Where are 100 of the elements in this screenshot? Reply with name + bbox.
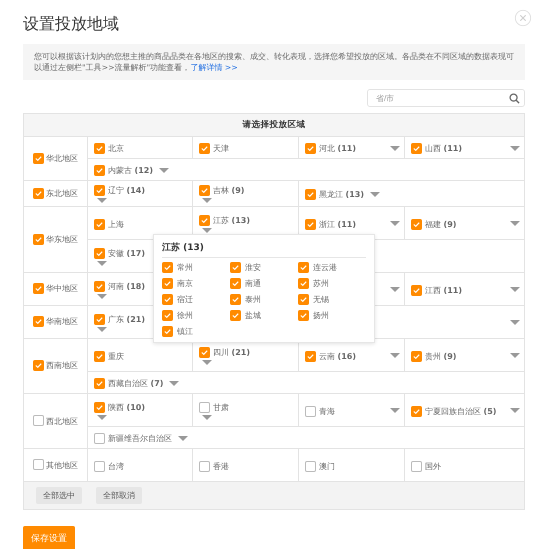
province-label: 黑龙江 (13) — [319, 189, 364, 200]
search-icon[interactable] — [509, 93, 520, 104]
caret-icon[interactable] — [510, 353, 520, 359]
search-field[interactable]: 省/市 — [367, 89, 525, 107]
province-label: 江苏 (13) — [213, 214, 250, 226]
checkbox[interactable] — [305, 460, 316, 472]
checkbox[interactable] — [298, 278, 309, 289]
checkbox[interactable] — [162, 326, 173, 337]
checkbox[interactable] — [230, 310, 241, 321]
caret-icon[interactable] — [510, 408, 520, 414]
checkbox[interactable] — [199, 460, 210, 472]
checkbox[interactable] — [94, 280, 105, 292]
caret-icon[interactable] — [390, 408, 400, 414]
checkbox[interactable] — [94, 402, 105, 412]
city-label: 无锡 — [313, 294, 329, 305]
checkbox[interactable] — [94, 350, 105, 362]
checkbox[interactable] — [94, 433, 105, 444]
caret-icon[interactable] — [97, 260, 107, 266]
region-label: 华中地区 — [46, 284, 78, 293]
caret-icon[interactable] — [390, 287, 400, 293]
checkbox[interactable] — [411, 218, 422, 230]
checkbox[interactable] — [162, 294, 173, 305]
caret-icon[interactable] — [202, 414, 212, 420]
checkbox[interactable] — [94, 460, 105, 472]
checkbox[interactable] — [305, 143, 316, 154]
caret-icon[interactable] — [390, 146, 400, 152]
caret-icon[interactable] — [510, 320, 520, 326]
province-label: 山西 (11) — [425, 143, 462, 154]
checkbox[interactable] — [411, 406, 422, 416]
province-label: 河南 (18) — [108, 280, 145, 292]
checkbox[interactable] — [230, 278, 241, 289]
checkbox[interactable] — [162, 278, 173, 289]
checkbox[interactable] — [33, 188, 44, 198]
checkbox[interactable] — [94, 218, 105, 230]
checkbox[interactable] — [199, 143, 210, 154]
caret-icon[interactable] — [97, 294, 107, 300]
province-label: 宁夏回族自治区 (5) — [425, 406, 496, 416]
checkbox[interactable] — [94, 143, 105, 154]
checkbox[interactable] — [411, 350, 422, 362]
checkbox[interactable] — [33, 458, 44, 470]
checkbox[interactable] — [94, 165, 105, 176]
checkbox[interactable] — [33, 152, 44, 164]
checkbox[interactable] — [94, 314, 105, 324]
checkbox[interactable] — [199, 214, 210, 226]
checkbox[interactable] — [305, 218, 316, 230]
checkbox[interactable] — [199, 185, 210, 196]
checkbox[interactable] — [94, 248, 105, 258]
checkbox[interactable] — [230, 294, 241, 305]
checkbox[interactable] — [305, 189, 316, 200]
close-icon[interactable] — [514, 9, 532, 27]
caret-icon[interactable] — [390, 221, 400, 227]
checkbox[interactable] — [411, 460, 422, 472]
caret-icon[interactable] — [510, 287, 520, 293]
caret-icon[interactable] — [169, 380, 180, 386]
checkbox[interactable] — [199, 346, 210, 358]
popup-title: 江苏 (13) — [162, 241, 366, 258]
checkbox[interactable] — [162, 262, 173, 273]
city-label: 淮安 — [245, 262, 261, 273]
checkbox[interactable] — [94, 378, 105, 389]
select-button[interactable]: 全部取消 — [96, 487, 142, 504]
province-label: 吉林 (9) — [213, 185, 244, 196]
caret-icon[interactable] — [510, 221, 520, 227]
checkbox[interactable] — [230, 262, 241, 273]
province-label: 新疆维吾尔自治区 — [108, 433, 172, 444]
caret-icon[interactable] — [97, 414, 107, 420]
city-label: 常州 — [177, 262, 193, 273]
checkbox[interactable] — [298, 262, 309, 273]
select-button[interactable]: 全部选中 — [36, 487, 82, 504]
region-label: 其他地区 — [46, 460, 78, 470]
checkbox[interactable] — [305, 350, 316, 362]
caret-icon[interactable] — [178, 436, 188, 442]
checkbox[interactable] — [162, 310, 173, 321]
checkbox[interactable] — [94, 185, 105, 196]
checkbox[interactable] — [33, 283, 44, 294]
caret-icon[interactable] — [97, 326, 107, 332]
checkbox[interactable] — [33, 316, 44, 327]
caret-icon[interactable] — [390, 353, 400, 359]
checkbox[interactable] — [305, 406, 316, 416]
region-label: 西南地区 — [46, 361, 78, 370]
caret-icon[interactable] — [202, 198, 212, 204]
checkbox[interactable] — [199, 402, 210, 412]
checkbox[interactable] — [411, 143, 422, 154]
checkbox[interactable] — [411, 284, 422, 296]
checkbox[interactable] — [33, 234, 44, 244]
city-label: 宿迁 — [177, 294, 193, 305]
province-label: 福建 (9) — [425, 218, 456, 230]
checkbox[interactable] — [298, 294, 309, 305]
province-label: 浙江 (11) — [319, 218, 356, 230]
checkbox[interactable] — [298, 310, 309, 321]
caret-icon[interactable] — [510, 146, 520, 152]
province-label: 河北 (11) — [319, 143, 356, 154]
checkbox[interactable] — [33, 360, 44, 371]
caret-icon[interactable] — [159, 168, 169, 174]
caret-icon[interactable] — [202, 360, 212, 366]
caret-icon[interactable] — [97, 198, 107, 204]
checkbox[interactable] — [33, 414, 44, 426]
dialog-title: 设置投放地域 — [23, 14, 119, 35]
caret-icon[interactable] — [370, 192, 380, 198]
province-label: 贵州 (9) — [425, 350, 456, 362]
province-label: 安徽 (17) — [108, 248, 145, 258]
